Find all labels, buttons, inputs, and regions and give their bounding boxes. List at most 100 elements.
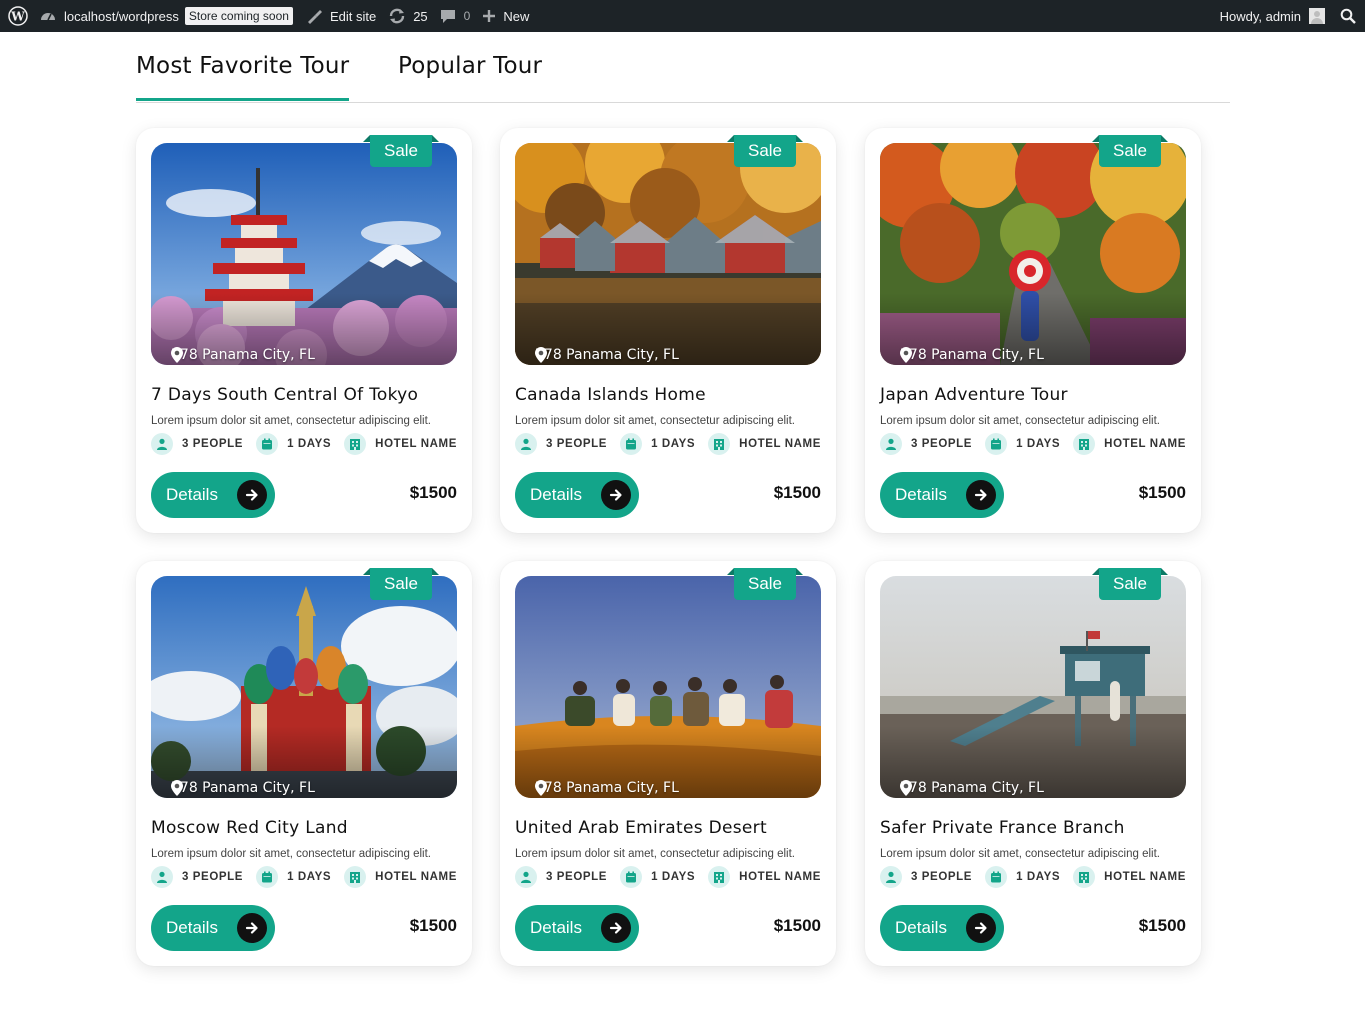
details-button[interactable]: Details <box>515 472 639 518</box>
hotel-icon <box>344 433 367 455</box>
details-button[interactable]: Details <box>151 472 275 518</box>
avatar <box>1309 8 1325 24</box>
hotel-text: HOTEL NAME <box>1104 438 1186 450</box>
tour-card[interactable]: 778 Panama City, FL Sale Canada Islands … <box>500 128 836 533</box>
person-icon <box>880 433 902 455</box>
tour-meta: 3 PEOPLE 1 DAYS HOTEL NAME <box>515 433 821 455</box>
tour-description: Lorem ipsum dolor sit amet, consectetur … <box>880 848 1160 860</box>
updates-link[interactable]: 25 <box>382 0 433 32</box>
hotel-icon <box>1073 866 1096 888</box>
details-label: Details <box>530 918 582 937</box>
tour-title[interactable]: Moscow Red City Land <box>151 818 348 838</box>
sale-badge: Sale <box>727 568 803 600</box>
days-text: 1 DAYS <box>1016 871 1061 883</box>
tour-image[interactable]: 778 Panama City, FL <box>515 576 821 798</box>
hotel-info: HOTEL NAME <box>708 866 821 888</box>
people-text: 3 PEOPLE <box>911 871 973 883</box>
tour-image[interactable]: 778 Panama City, FL <box>151 143 457 365</box>
tour-title[interactable]: Safer Private France Branch <box>880 818 1125 838</box>
tour-meta: 3 PEOPLE 1 DAYS HOTEL NAME <box>151 433 457 455</box>
search-icon[interactable] <box>1331 0 1365 32</box>
tour-meta: 3 PEOPLE 1 DAYS HOTEL NAME <box>880 433 1186 455</box>
tour-price: $1500 <box>409 483 457 502</box>
new-label: New <box>503 8 530 24</box>
tour-price: $1500 <box>773 483 821 502</box>
calendar-icon <box>620 866 643 888</box>
hotel-info: HOTEL NAME <box>344 433 457 455</box>
details-button[interactable]: Details <box>880 905 1004 951</box>
dashboard-icon <box>40 8 56 24</box>
person-icon <box>880 866 902 888</box>
comment-icon <box>440 8 456 24</box>
tour-card[interactable]: 778 Panama City, FL Sale Safer Private F… <box>865 561 1201 966</box>
location-text: 778 Panama City, FL <box>900 347 1044 363</box>
site-name-label: localhost/wordpress <box>64 8 179 24</box>
days-info: 1 DAYS <box>256 866 331 888</box>
tour-photo <box>880 143 1186 365</box>
new-content-link[interactable]: New <box>476 0 535 32</box>
tour-image[interactable]: 778 Panama City, FL <box>151 576 457 798</box>
tour-title[interactable]: Canada Islands Home <box>515 385 706 405</box>
tour-title[interactable]: 7 Days South Central Of Tokyo <box>151 385 418 405</box>
calendar-icon <box>985 433 1008 455</box>
details-label: Details <box>166 485 218 504</box>
tour-tabs: Most Favorite Tour Popular Tour <box>136 32 1230 103</box>
hotel-icon <box>1073 433 1096 455</box>
hotel-icon <box>708 433 731 455</box>
hotel-info: HOTEL NAME <box>344 866 457 888</box>
days-info: 1 DAYS <box>256 433 331 455</box>
comments-link[interactable]: 0 <box>434 0 477 32</box>
tour-card[interactable]: 778 Panama City, FL Sale Moscow Red City… <box>136 561 472 966</box>
tour-card[interactable]: 778 Panama City, FL Sale 7 Days South Ce… <box>136 128 472 533</box>
tour-card[interactable]: 778 Panama City, FL Sale Japan Adventure… <box>865 128 1201 533</box>
tab-most-favorite-tour[interactable]: Most Favorite Tour <box>136 53 350 101</box>
hotel-text: HOTEL NAME <box>1104 871 1186 883</box>
sale-badge: Sale <box>363 568 439 600</box>
location-text: 778 Panama City, FL <box>171 347 315 363</box>
arrow-right-icon <box>237 480 267 510</box>
comments-count: 0 <box>463 9 471 23</box>
my-account-link[interactable]: Howdy, admin <box>1214 0 1331 32</box>
details-button[interactable]: Details <box>515 905 639 951</box>
arrow-right-icon <box>966 913 996 943</box>
tour-price: $1500 <box>773 916 821 935</box>
edit-site-link[interactable]: Edit site <box>299 0 382 32</box>
calendar-icon <box>256 866 279 888</box>
person-icon <box>151 866 173 888</box>
calendar-icon <box>620 433 643 455</box>
tour-title[interactable]: Japan Adventure Tour <box>880 385 1068 405</box>
details-button[interactable]: Details <box>151 905 275 951</box>
tab-popular-tour[interactable]: Popular Tour <box>398 53 542 99</box>
svg-text:W: W <box>10 10 25 24</box>
tour-title[interactable]: United Arab Emirates Desert <box>515 818 767 838</box>
tour-photo <box>880 576 1186 798</box>
hotel-text: HOTEL NAME <box>739 438 821 450</box>
greeting-label: Howdy, admin <box>1219 8 1301 24</box>
days-info: 1 DAYS <box>985 433 1060 455</box>
store-coming-soon-badge[interactable]: Store coming soon <box>184 7 293 25</box>
details-label: Details <box>166 918 218 937</box>
days-text: 1 DAYS <box>651 438 696 450</box>
people-text: 3 PEOPLE <box>182 438 244 450</box>
people-info: 3 PEOPLE <box>151 866 243 888</box>
calendar-icon <box>256 433 279 455</box>
tour-card[interactable]: 778 Panama City, FL Sale United Arab Emi… <box>500 561 836 966</box>
location-text: 778 Panama City, FL <box>535 780 679 796</box>
people-text: 3 PEOPLE <box>546 871 608 883</box>
wordpress-logo-icon[interactable]: W <box>0 0 36 32</box>
sale-badge: Sale <box>1092 135 1168 167</box>
hotel-info: HOTEL NAME <box>708 433 821 455</box>
sale-badge: Sale <box>727 135 803 167</box>
tour-image[interactable]: 778 Panama City, FL <box>880 143 1186 365</box>
site-name-link[interactable]: localhost/wordpress Store coming soon <box>36 0 299 32</box>
sale-badge: Sale <box>1092 568 1168 600</box>
hotel-info: HOTEL NAME <box>1073 866 1186 888</box>
location-label: 778 Panama City, FL <box>171 780 315 796</box>
edit-site-label: Edit site <box>329 8 377 24</box>
days-info: 1 DAYS <box>620 866 695 888</box>
location-label: 778 Panama City, FL <box>900 347 1044 363</box>
details-button[interactable]: Details <box>880 472 1004 518</box>
tour-image[interactable]: 778 Panama City, FL <box>880 576 1186 798</box>
tour-meta: 3 PEOPLE 1 DAYS HOTEL NAME <box>515 866 821 888</box>
tour-image[interactable]: 778 Panama City, FL <box>515 143 821 365</box>
